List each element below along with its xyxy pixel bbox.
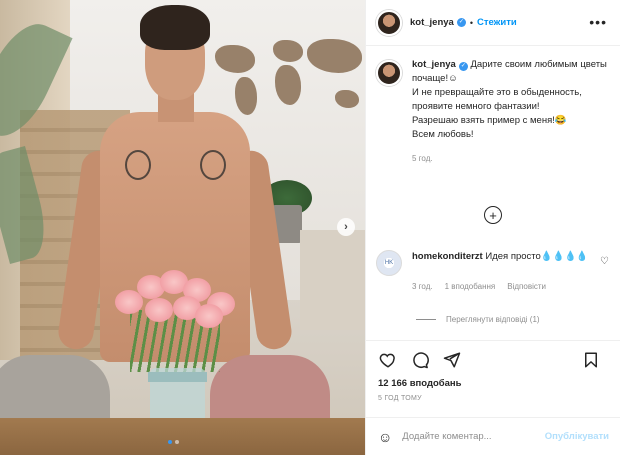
comment-input[interactable] bbox=[402, 431, 533, 442]
smiley-icon[interactable]: ☺ bbox=[378, 429, 392, 445]
post-timestamp[interactable]: 5 ГОД ТОМУ bbox=[378, 395, 422, 402]
more-horizontal-icon[interactable]: ••• bbox=[589, 14, 607, 30]
comment-icon[interactable] bbox=[408, 348, 432, 372]
replies-line bbox=[416, 319, 436, 320]
likes-count[interactable]: 12 166 вподобань bbox=[378, 378, 462, 389]
verified-badge-icon: ✓ bbox=[456, 18, 466, 27]
carousel-dots bbox=[168, 440, 179, 444]
caption-line: Разрешаю взять пример с меня!😂 bbox=[412, 115, 567, 126]
post-header: kot_jenya ✓ • Стежити ••• bbox=[366, 0, 620, 46]
heart-icon[interactable]: ♡ bbox=[600, 256, 609, 267]
header-username[interactable]: kot_jenya bbox=[410, 17, 454, 28]
photo-vase-ribbon bbox=[148, 372, 207, 382]
post-photo[interactable]: › bbox=[0, 0, 365, 455]
view-replies-label: Переглянути відповіді (1) bbox=[446, 315, 540, 324]
avatar[interactable] bbox=[376, 60, 402, 86]
caption-line: Всем любовь! bbox=[412, 129, 474, 140]
avatar[interactable]: HK bbox=[376, 250, 402, 276]
caption-body: kot_jenya ✓ Дарите своим любимым цветы по… bbox=[412, 58, 611, 166]
post-side-panel: kot_jenya ✓ • Стежити ••• kot_jenya ✓ Дар… bbox=[365, 0, 620, 455]
comment-likes[interactable]: 1 вподобання bbox=[445, 280, 496, 294]
caption-timestamp[interactable]: 5 год. bbox=[412, 152, 611, 166]
view-replies-button[interactable]: Переглянути відповіді (1) bbox=[416, 315, 540, 324]
reply-button[interactable]: Відповісти bbox=[507, 280, 546, 294]
follow-button[interactable]: Стежити bbox=[477, 17, 517, 28]
comment-timestamp[interactable]: 3 год. bbox=[412, 280, 433, 294]
comment-body: homekonditerzt Идея просто💧💧💧💧 3 год. 1 … bbox=[412, 250, 592, 294]
photo-table bbox=[0, 418, 365, 455]
chevron-right-icon[interactable]: › bbox=[337, 218, 355, 236]
photo-tulips bbox=[115, 270, 240, 330]
comment-username[interactable]: homekonditerzt bbox=[412, 251, 483, 262]
header-separator: • bbox=[469, 17, 473, 28]
paper-plane-icon[interactable] bbox=[440, 348, 464, 372]
action-bar bbox=[366, 340, 620, 378]
caption-line: И не превращайте это в обыденность, проя… bbox=[412, 87, 582, 112]
instagram-post: › kot_jenya ✓ • Стежити ••• kot_jenya ✓ Д… bbox=[0, 0, 620, 455]
publish-button[interactable]: Опублікувати bbox=[545, 431, 609, 442]
carousel-dot bbox=[175, 440, 179, 444]
add-comment-bar: ☺ Опублікувати bbox=[366, 417, 620, 455]
carousel-dot bbox=[168, 440, 172, 444]
comment-item: HK homekonditerzt Идея просто💧💧💧💧 3 год.… bbox=[376, 250, 611, 294]
plus-circle-icon[interactable]: + bbox=[484, 206, 502, 224]
comment-meta: 3 год. 1 вподобання Відповісти bbox=[412, 280, 592, 294]
heart-icon[interactable] bbox=[376, 348, 400, 372]
avatar[interactable] bbox=[376, 9, 402, 36]
post-caption: kot_jenya ✓ Дарите своим любимым цветы по… bbox=[376, 58, 611, 166]
photo-cat-tree bbox=[300, 230, 365, 330]
verified-badge-icon: ✓ bbox=[458, 62, 468, 71]
comment-text: Идея просто💧💧💧💧 bbox=[485, 251, 589, 262]
caption-username[interactable]: kot_jenya bbox=[412, 59, 456, 70]
bookmark-icon[interactable] bbox=[579, 348, 603, 372]
